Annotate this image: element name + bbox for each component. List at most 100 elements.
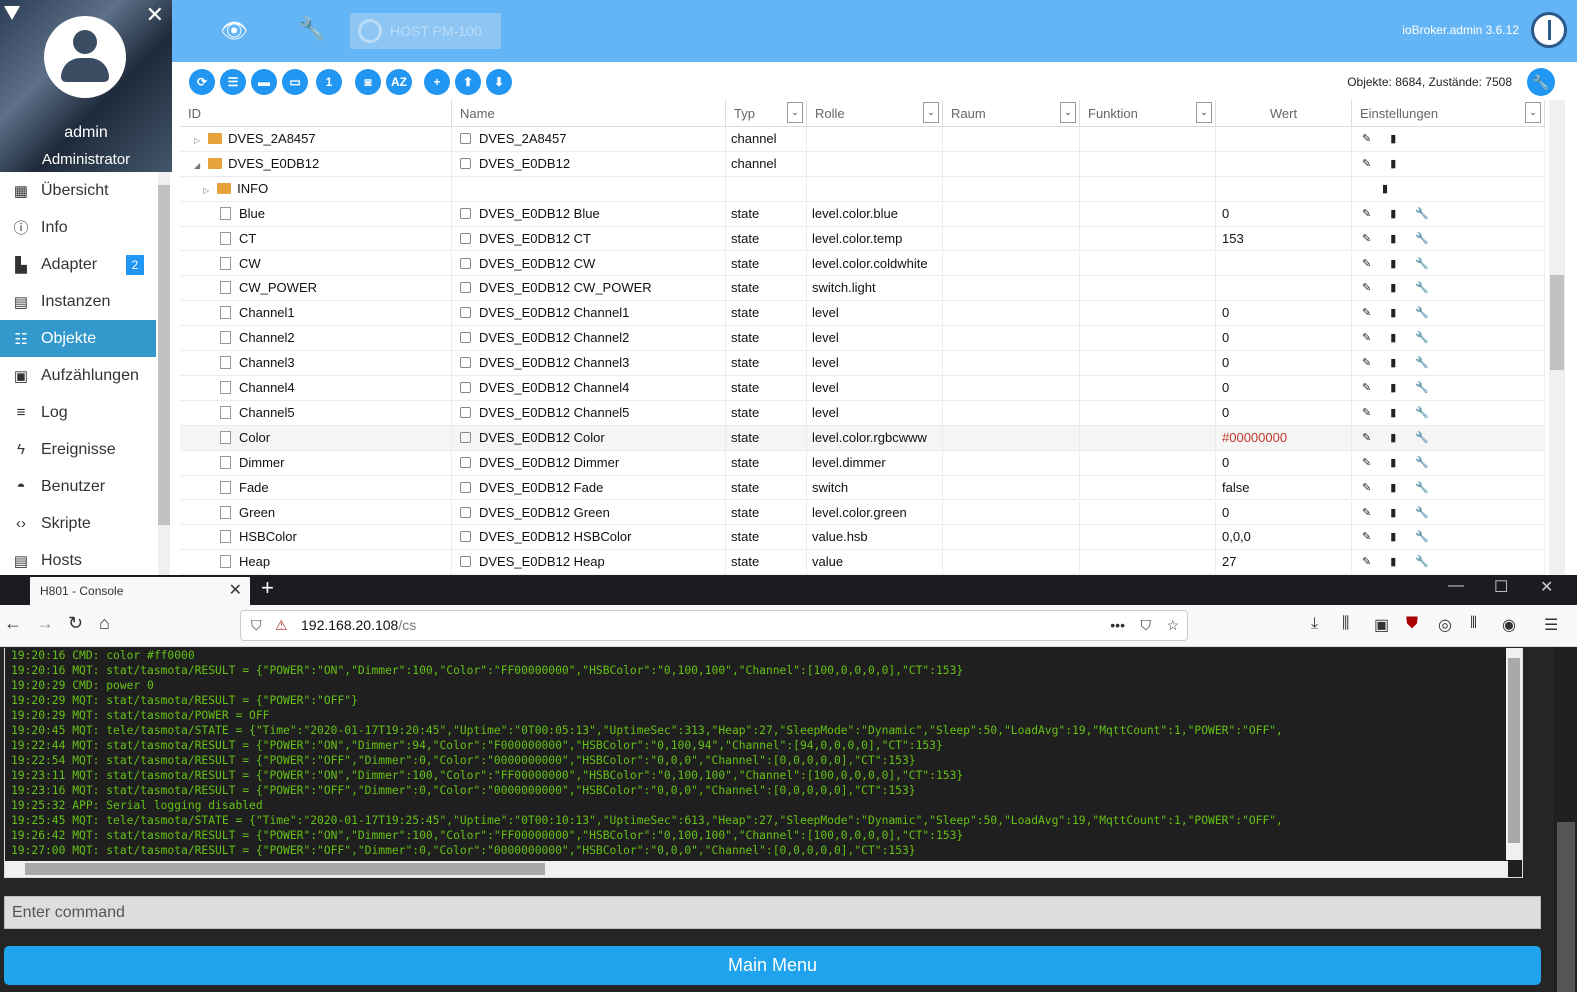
filter-dropdown-icon[interactable]: ⌄ xyxy=(1525,102,1541,123)
eye-icon[interactable]: 👁 xyxy=(220,18,248,44)
insecure-lock-icon[interactable]: ⚠ xyxy=(275,611,288,640)
main-menu-button[interactable]: Main Menu xyxy=(4,946,1541,985)
value-cell[interactable] xyxy=(1216,151,1352,176)
column-header-wert[interactable]: Wert xyxy=(1216,100,1352,127)
value-cell[interactable] xyxy=(1216,176,1352,201)
value-cell[interactable] xyxy=(1216,251,1352,276)
folder-open-icon[interactable]: ▭ xyxy=(282,69,308,95)
sidebar-item-info[interactable]: ⓘ Info xyxy=(0,209,156,246)
expand-icon[interactable]: ▷ xyxy=(194,136,200,145)
row-action-icons[interactable]: ✎ ▮ 🔧 xyxy=(1352,351,1545,375)
expand-icon[interactable]: ▷ xyxy=(203,186,209,195)
maximize-icon[interactable]: ☐ xyxy=(1494,577,1508,597)
row-action-icons[interactable]: ✎ ▮ xyxy=(1352,151,1545,176)
console-hscroll-thumb[interactable] xyxy=(25,863,545,875)
list-view-icon[interactable]: ☰ xyxy=(220,69,246,95)
page-actions-icon[interactable]: ••• xyxy=(1110,611,1125,640)
settings-wrench-icon[interactable]: 🔧 xyxy=(1527,68,1555,96)
filter-dropdown-icon[interactable]: ⌄ xyxy=(923,102,939,123)
host-button[interactable]: HOST PM-100 xyxy=(350,13,501,49)
sidebar-scrollbar-thumb[interactable] xyxy=(158,185,170,525)
sidebar-item-log[interactable]: ≡ Log xyxy=(0,394,156,431)
column-header-einstellungen[interactable]: Einstellungen ⌄ xyxy=(1352,100,1545,127)
console-vscroll-thumb[interactable] xyxy=(1508,658,1520,843)
table-row[interactable]: Blue DVES_E0DB12 Blue state level.color.blu… xyxy=(180,201,1545,227)
value-cell[interactable]: false xyxy=(1216,475,1352,500)
filter-dropdown-icon[interactable]: ⌄ xyxy=(1060,102,1076,123)
contact-icon[interactable]: ◙ xyxy=(355,69,381,95)
sidebar-item-adapter[interactable]: ▙ Adapter 2 xyxy=(0,246,156,283)
close-window-icon[interactable]: ✕ xyxy=(1540,577,1553,597)
table-row[interactable]: CT DVES_E0DB12 CT state level.color.temp 153… xyxy=(180,226,1545,252)
value-cell[interactable]: 27 xyxy=(1216,550,1352,575)
hamburger-menu-icon[interactable]: ☰ xyxy=(1544,615,1558,635)
column-header-typ[interactable]: Typ ⌄ xyxy=(726,100,807,127)
row-action-icons[interactable]: ✎ ▮ 🔧 xyxy=(1352,525,1545,550)
value-cell[interactable]: 0 xyxy=(1216,376,1352,400)
row-action-icons[interactable]: ✎ ▮ 🔧 xyxy=(1352,425,1545,450)
sidebar-item-aufzählungen[interactable]: ▣ Aufzählungen xyxy=(0,357,156,394)
reload-icon[interactable]: ↻ xyxy=(68,613,83,634)
row-action-icons[interactable]: ✎ ▮ xyxy=(1352,127,1545,151)
value-cell[interactable] xyxy=(1216,276,1352,301)
value-cell[interactable]: 0 xyxy=(1216,201,1352,226)
tab-close-icon[interactable]: ✕ xyxy=(229,577,242,605)
ublock-icon[interactable]: ⛊ xyxy=(1406,615,1418,633)
extension-icon[interactable]: ◎ xyxy=(1438,615,1452,635)
column-header-rolle[interactable]: Rolle ⌄ xyxy=(807,100,943,127)
number-one-icon[interactable]: 1 xyxy=(316,69,342,95)
page-scrollbar-thumb[interactable] xyxy=(1557,822,1575,992)
value-cell[interactable]: #00000000 xyxy=(1216,425,1352,450)
row-action-icons[interactable]: ✎ ▮ 🔧 xyxy=(1352,226,1545,251)
row-action-icons[interactable]: ✎ ▮ 🔧 xyxy=(1352,376,1545,400)
table-row[interactable]: HSBColor DVES_E0DB12 HSBColor state value.h… xyxy=(180,525,1545,551)
bookmark-star-icon[interactable]: ☆ xyxy=(1166,611,1179,640)
new-tab-icon[interactable]: + xyxy=(261,575,274,601)
console-log[interactable]: 19:20:16 CMD: color #ff0000 19:20:16 MQT:… xyxy=(4,648,1523,878)
table-row[interactable]: ▷ DVES_2A8457 DVES_2A8457 channel ✎ ▮ xyxy=(180,127,1545,152)
collapse-icon[interactable]: ◢ xyxy=(194,161,200,170)
filter-dropdown-icon[interactable]: ⌄ xyxy=(1196,102,1212,123)
row-action-icons[interactable]: ✎ ▮ 🔧 xyxy=(1352,450,1545,475)
command-input[interactable]: Enter command xyxy=(4,896,1541,929)
row-action-icons[interactable]: ✎ ▮ 🔧 xyxy=(1352,500,1545,525)
table-row[interactable]: CW DVES_E0DB12 CW state level.color.coldwhi… xyxy=(180,251,1545,277)
row-action-icons[interactable]: ✎ ▮ 🔧 xyxy=(1352,276,1545,301)
close-icon[interactable]: ✕ xyxy=(146,2,164,28)
account-icon[interactable]: ◉ xyxy=(1502,615,1516,635)
row-action-icons[interactable]: ✎ ▮ 🔧 xyxy=(1352,475,1545,500)
table-scrollbar-thumb[interactable] xyxy=(1550,275,1564,370)
filter-dropdown-icon[interactable]: ⌄ xyxy=(787,102,803,123)
table-row[interactable]: ▷ INFO ▮ xyxy=(180,176,1545,202)
sidebar-toggle-icon[interactable]: ▣ xyxy=(1374,615,1389,635)
value-cell[interactable]: 0 xyxy=(1216,301,1352,326)
upload-icon[interactable]: ⬆ xyxy=(455,69,481,95)
address-bar[interactable]: ⛉ ⚠ 192.168.20.108/cs ••• ⛉ ☆ xyxy=(240,610,1188,641)
table-row[interactable]: Heap DVES_E0DB12 Heap state value 27 ✎ ▮ 🔧 xyxy=(180,550,1545,575)
table-row[interactable]: Channel2 DVES_E0DB12 Channel2 state level 0 ✎… xyxy=(180,326,1545,352)
sidebar-item-instanzen[interactable]: ▤ Instanzen xyxy=(0,283,156,320)
column-header-raum[interactable]: Raum ⌄ xyxy=(943,100,1080,127)
row-action-icons[interactable]: ✎ ▮ 🔧 xyxy=(1352,201,1545,226)
row-action-icons[interactable]: ✎ ▮ 🔧 xyxy=(1352,326,1545,351)
value-cell[interactable] xyxy=(1216,127,1352,151)
table-row[interactable]: ◢ DVES_E0DB12 DVES_E0DB12 channel ✎ ▮ xyxy=(180,151,1545,177)
sidebar-item-ereignisse[interactable]: ϟ Ereignisse xyxy=(0,431,156,468)
back-icon[interactable]: ← xyxy=(4,613,22,634)
barcode-icon[interactable]: ⦀ xyxy=(1470,615,1477,633)
row-action-icons[interactable]: ✎ ▮ 🔧 xyxy=(1352,400,1545,425)
value-cell[interactable]: 0 xyxy=(1216,400,1352,425)
table-row[interactable]: Channel5 DVES_E0DB12 Channel5 state level 0 ✎… xyxy=(180,400,1545,426)
download-icon[interactable]: ⬇ xyxy=(486,69,512,95)
shield-icon[interactable]: ⛉ xyxy=(251,611,262,640)
refresh-icon[interactable]: ⟳ xyxy=(189,69,215,95)
sidebar-item-benutzer[interactable]: ◓ Benutzer xyxy=(0,468,156,505)
value-cell[interactable]: 0 xyxy=(1216,351,1352,375)
column-header-funktion[interactable]: Funktion ⌄ xyxy=(1080,100,1216,127)
sidebar-item-objekte[interactable]: ☷ Objekte xyxy=(0,320,156,357)
column-header-id[interactable]: ID xyxy=(180,100,452,127)
browser-tab[interactable]: H801 - Console ✕ xyxy=(30,577,250,605)
value-cell[interactable]: 0 xyxy=(1216,500,1352,525)
table-row[interactable]: Dimmer DVES_E0DB12 Dimmer state level.dimme… xyxy=(180,450,1545,476)
table-row[interactable]: Fade DVES_E0DB12 Fade state switch false ✎ ▮ … xyxy=(180,475,1545,501)
